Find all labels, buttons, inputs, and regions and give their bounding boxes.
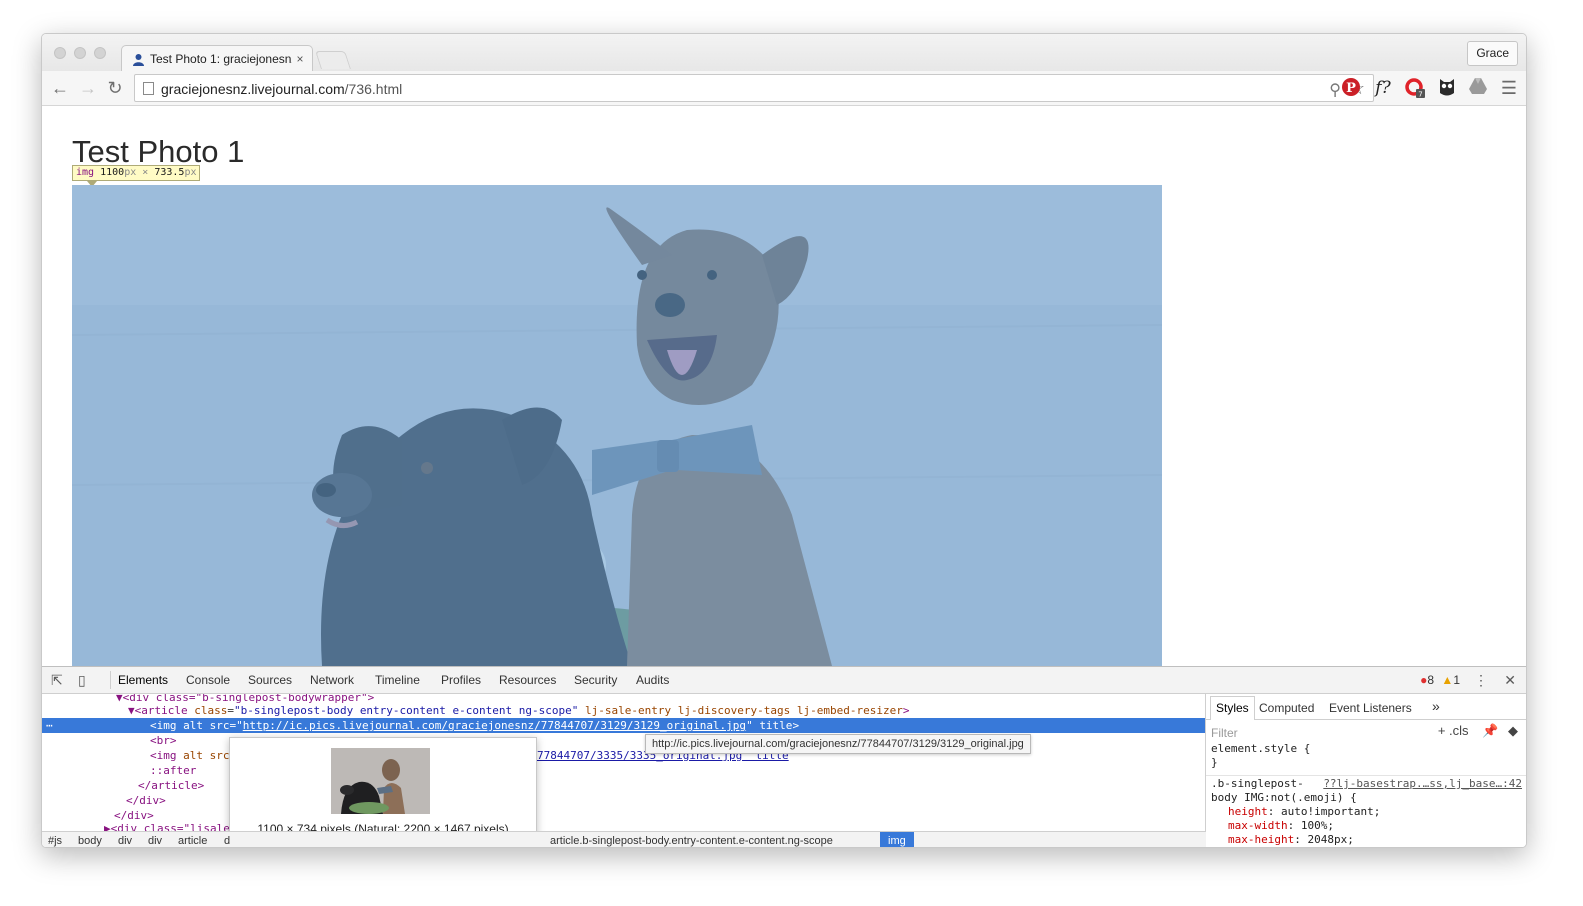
post-photo	[72, 185, 1162, 666]
close-window-button[interactable]	[54, 47, 66, 59]
image-preview-popover: 1100 × 734 pixels (Natural: 2200 × 1467 …	[229, 737, 537, 831]
tab-sources[interactable]: Sources	[248, 673, 292, 687]
filter-tools[interactable]: + .cls 📌 ◆	[1438, 723, 1518, 739]
browser-window: Test Photo 1: graciejonesnz × Grace ← → …	[41, 33, 1527, 848]
close-devtools-icon[interactable]: ✕	[1504, 672, 1516, 689]
devtools-panel: ⇱ ▯ Elements Console Sources Network Tim…	[42, 666, 1526, 847]
device-mode-icon[interactable]: ▯	[78, 672, 86, 689]
tab-styles[interactable]: Styles	[1210, 696, 1255, 720]
reload-icon[interactable]: ↻	[104, 77, 126, 99]
title-bar: Test Photo 1: graciejonesnz × Grace	[42, 34, 1526, 72]
element-style-rule[interactable]: element.style {}	[1211, 742, 1310, 770]
font-identifier-icon[interactable]: f?	[1372, 77, 1394, 99]
css-rule-props[interactable]: height: auto!important; max-width: 100%;…	[1228, 805, 1380, 847]
tab-elements[interactable]: Elements	[118, 673, 168, 687]
error-count: 8	[1427, 673, 1435, 687]
profile-button[interactable]: Grace	[1467, 41, 1518, 66]
styles-pane: Styles Computed Event Listeners » Filter…	[1206, 694, 1526, 847]
warning-icon: ▲	[1441, 673, 1454, 687]
crumb-img[interactable]: img	[880, 832, 914, 847]
crumb-div[interactable]: div	[118, 835, 132, 847]
rule-divider	[1206, 775, 1526, 776]
dom-breadcrumbs: #js body div div article d article.b-sin…	[42, 831, 1206, 847]
owl-icon[interactable]	[1436, 77, 1458, 99]
styles-tabs: Styles Computed Event Listeners »	[1206, 694, 1526, 720]
tab-computed[interactable]: Computed	[1259, 701, 1314, 715]
crumb-body[interactable]: body	[78, 835, 102, 847]
crumb-article-full[interactable]: article.b-singlepost-body.entry-content.…	[550, 835, 833, 847]
dom-line-selected[interactable]: ⋯ <img alt src="http://ic.pics.livejourna…	[42, 718, 1205, 733]
pin-icon: 📌	[1482, 723, 1499, 738]
selected-src-link: http://ic.pics.livejournal.com/graciejon…	[242, 719, 747, 732]
devtools-toolbar: ⇱ ▯ Elements Console Sources Network Tim…	[42, 667, 1526, 694]
browser-tab[interactable]: Test Photo 1: graciejonesnz ×	[121, 45, 313, 72]
back-arrow-icon[interactable]: ←	[49, 77, 71, 99]
image-thumbnail	[331, 748, 430, 814]
inspect-highlight-overlay	[72, 185, 1162, 666]
forward-arrow-icon[interactable]: →	[77, 77, 99, 99]
dom-line[interactable]: </div>	[42, 793, 1205, 808]
livejournal-user-icon	[133, 53, 144, 66]
minimize-window-button[interactable]	[74, 47, 86, 59]
styles-filter-input[interactable]: Filter	[1211, 726, 1238, 740]
tip-height: 733.5	[154, 167, 185, 178]
inspect-dimension-tooltip: img 1100px × 733.5px	[72, 165, 201, 181]
opera-badge: 7	[1418, 91, 1422, 99]
dom-line[interactable]: ::after	[42, 763, 1205, 778]
drive-icon[interactable]	[1467, 77, 1489, 99]
page-icon	[143, 82, 154, 95]
tip-unit-w: px	[124, 167, 137, 178]
add-rule-cls-buttons: + .cls	[1437, 723, 1469, 738]
tab-profiles[interactable]: Profiles	[441, 673, 481, 687]
tab-resources[interactable]: Resources	[499, 673, 556, 687]
tab-console[interactable]: Console	[186, 673, 230, 687]
tab-title: Test Photo 1: graciejonesnz	[150, 52, 292, 66]
menu-icon[interactable]: ☰	[1498, 77, 1520, 99]
dom-line[interactable]: </article>	[42, 778, 1205, 793]
toolbar-divider	[110, 671, 111, 689]
opera-icon[interactable]: 7	[1404, 77, 1426, 99]
page-content: Test Photo 1 img 1100px × 733.5px	[42, 106, 1526, 666]
rule-source-link[interactable]: ??lj-basestrap.…ss,lj_base…:42	[1323, 777, 1522, 790]
tab-security[interactable]: Security	[574, 673, 617, 687]
console-badges[interactable]: ●8 ▲1	[1420, 673, 1460, 687]
warning-count: 1	[1453, 673, 1460, 687]
tab-timeline[interactable]: Timeline	[375, 673, 420, 687]
more-options-icon[interactable]: ⋮	[1474, 672, 1488, 689]
url-host: graciejonesnz.livejournal.com	[161, 81, 345, 97]
crumb-div[interactable]: div	[148, 835, 162, 847]
tip-unit-h: px	[184, 167, 197, 178]
tab-close-icon[interactable]: ×	[292, 52, 308, 66]
inspect-element-icon[interactable]: ⇱	[51, 672, 63, 689]
tip-tag: img	[76, 167, 95, 178]
crumb-js[interactable]: #js	[48, 835, 62, 847]
more-tabs-icon[interactable]: »	[1432, 698, 1440, 714]
color-format-icon: ◆	[1508, 723, 1518, 738]
elements-tree[interactable]: ▼<div class="b-singlepost-bodywrapper"> …	[42, 694, 1206, 831]
tab-event-listeners[interactable]: Event Listeners	[1329, 701, 1412, 715]
image-size-caption: 1100 × 734 pixels (Natural: 2200 × 1467 …	[257, 822, 509, 831]
svg-text:P: P	[1346, 81, 1356, 96]
crumb-article[interactable]: article	[178, 835, 207, 847]
tab-network[interactable]: Network	[310, 673, 354, 687]
browser-toolbar: ← → ↻ graciejonesnz.livejournal.com/736.…	[42, 71, 1526, 106]
new-tab-button[interactable]	[315, 51, 351, 69]
dom-line[interactable]: ▼<article class="b-singlepost-body entry…	[42, 703, 1205, 718]
url-tooltip: http://ic.pics.livejournal.com/graciejon…	[645, 734, 1031, 754]
tip-width: 1100	[100, 167, 125, 178]
tab-audits[interactable]: Audits	[636, 673, 669, 687]
url-text: graciejonesnz.livejournal.com/736.html	[161, 81, 402, 97]
address-bar[interactable]: graciejonesnz.livejournal.com/736.html ⚲…	[134, 74, 1374, 102]
pinterest-icon[interactable]: P	[1340, 77, 1362, 99]
dom-line[interactable]: ▶<div class="lisale	[42, 821, 1205, 831]
url-path: /736.html	[344, 81, 403, 97]
tip-sep: ×	[142, 167, 149, 178]
crumb-truncated[interactable]: d	[224, 835, 230, 847]
zoom-window-button[interactable]	[94, 47, 106, 59]
